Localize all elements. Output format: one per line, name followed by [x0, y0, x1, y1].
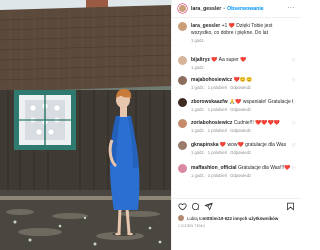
comment-meta-item[interactable]: 1 polubień	[208, 173, 227, 178]
comment-meta: 1 godz. 1 polubień Odpowiedz	[191, 107, 254, 112]
comment-meta-item: 1 godz.	[191, 150, 205, 155]
liker-avatar[interactable]	[178, 215, 184, 221]
comment-body: Gratulacje dla Was!!!❤️	[237, 165, 291, 171]
comment-like-icon[interactable]: ♡	[292, 58, 296, 64]
author-avatar[interactable]	[178, 4, 187, 13]
instagram-post: lara_gessler • Obserwowanie ··· lara_ges…	[0, 0, 301, 250]
reply-link[interactable]: Odpowiedz	[230, 150, 251, 155]
commenter-avatar[interactable]	[178, 22, 187, 31]
commenter-avatar[interactable]	[178, 119, 187, 128]
comment-text: gknapinska ❤️ wow❤️ gratulacje dla Was	[191, 142, 293, 149]
bookmark-icon[interactable]	[286, 202, 295, 211]
commenter-username[interactable]: zborowskaazfw	[191, 99, 228, 105]
commenter-username[interactable]: zoriabohosiewicz	[191, 120, 232, 126]
comment-like-icon[interactable]: ♡	[292, 78, 296, 84]
action-bar	[172, 198, 301, 212]
comment-text: zoriabohosiewicz Cudnie!!! ❤️❤️❤️❤️	[191, 120, 293, 127]
likes-count[interactable]: 19 622 innych użytkowników	[219, 216, 279, 221]
comment-meta-item: 1 godz.	[191, 107, 205, 112]
reply-link[interactable]: Odpowiedz	[230, 85, 251, 90]
comment-text: bijaltryz ❤️ Aa super ❤️	[191, 57, 293, 64]
follow-button[interactable]: Obserwowanie	[227, 6, 264, 12]
comment-meta-item: 1 godz.	[191, 128, 205, 133]
comment-text: maffashion_official Gratulacje dla Was!!…	[191, 165, 293, 172]
commenter-avatar[interactable]	[178, 98, 187, 107]
comment-like-icon[interactable]: ♡	[292, 166, 296, 172]
likes-summary: Lubią to mttttim i 19 622 innych użytkow…	[178, 215, 298, 221]
comment-meta-item[interactable]: 1 polubień	[208, 85, 227, 90]
comment-body: ❤️😊😊	[233, 77, 253, 83]
commenter-avatar[interactable]	[178, 164, 187, 173]
comment-body: ❤️ Aa super ❤️	[211, 57, 247, 63]
header-separator: •	[223, 5, 226, 12]
comment-like-icon[interactable]: ♡	[292, 143, 296, 149]
share-icon[interactable]	[204, 202, 213, 211]
comment-text: majabohosiewicz ❤️😊😊	[191, 77, 293, 84]
author-username[interactable]: lara_gessler	[191, 6, 221, 12]
commenter-username[interactable]: gknapinska	[191, 142, 219, 148]
reply-link[interactable]: Odpowiedz	[230, 128, 251, 133]
commenter-username[interactable]: maffashion_official	[191, 165, 237, 171]
comments-list[interactable]: lara_gessler +1 ❤️ Dzięki Tobie jest wsz…	[172, 18, 301, 196]
reply-link[interactable]: Odpowiedz	[230, 173, 251, 178]
comment-body: ❤️ wow❤️ gratulacje dla Was	[219, 142, 287, 148]
comment-meta-item: 1 godz.	[191, 38, 205, 43]
commenter-avatar[interactable]	[178, 56, 187, 65]
comment-meta: 1 godz.	[191, 38, 208, 43]
comment-icon[interactable]	[191, 202, 200, 211]
comment-like-icon[interactable]: ♡	[292, 121, 296, 127]
heart-icon[interactable]	[178, 202, 187, 211]
more-options-icon[interactable]: ···	[288, 5, 296, 11]
comment-meta-item: 1 godz.	[191, 85, 205, 90]
commenter-username[interactable]: majabohosiewicz	[191, 77, 232, 83]
liker-username[interactable]: mttttim	[203, 216, 218, 221]
comment-meta-item: 1 godz.	[191, 65, 205, 70]
commenter-avatar[interactable]	[178, 141, 187, 150]
comment-text: zborowskaazfw 🙏❤️ wspaniale! Gratulacje …	[191, 99, 293, 106]
comment-body: Cudnie!!! ❤️❤️❤️❤️	[233, 120, 281, 126]
comment-body: 🙏❤️ wspaniale! Gratulacje kocha	[229, 99, 293, 105]
comment-meta-item[interactable]: 1 polubień	[208, 107, 227, 112]
comment-meta: 1 godz.	[191, 65, 208, 70]
commenter-avatar[interactable]	[178, 76, 187, 85]
comment-text: lara_gessler +1 ❤️ Dzięki Tobie jest wsz…	[191, 23, 293, 36]
commenter-username[interactable]: lara_gessler	[191, 23, 220, 29]
photo-illustration	[0, 0, 171, 250]
comment-meta: 1 godz. 1 polubień Odpowiedz	[191, 85, 254, 90]
comment-meta: 1 godz. 1 polubień Odpowiedz	[191, 150, 254, 155]
comment-like-icon[interactable]: ♡	[292, 100, 296, 106]
comment-meta-item[interactable]: 1 polubień	[208, 150, 227, 155]
commenter-username[interactable]: bijaltryz	[191, 57, 210, 63]
comment-meta-item[interactable]: 1 polubień	[208, 128, 227, 133]
likes-prefix: Lubią to	[187, 215, 203, 221]
reply-link[interactable]: Odpowiedz	[230, 107, 251, 112]
comment-meta: 1 godz. 1 polubień Odpowiedz	[191, 128, 254, 133]
post-sidebar: lara_gessler • Obserwowanie ··· lara_ges…	[171, 0, 301, 250]
post-header: lara_gessler • Obserwowanie ···	[172, 0, 301, 18]
post-date[interactable]: 1 DZIEŃ TEMU	[178, 224, 205, 228]
comment-meta: 1 godz. 1 polubień Odpowiedz	[191, 173, 254, 178]
comment-meta-item: 1 godz.	[191, 173, 205, 178]
post-photo[interactable]	[0, 0, 171, 250]
